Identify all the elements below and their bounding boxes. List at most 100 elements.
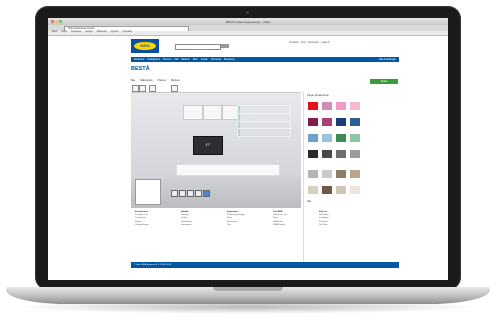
bookmark-item[interactable]: Populära <box>123 31 132 33</box>
fullscreen-icon[interactable] <box>195 190 202 197</box>
header-link[interactable]: Kampanjer <box>308 42 319 44</box>
shelf-board <box>238 128 290 129</box>
search-button[interactable] <box>221 44 229 48</box>
color-swatch[interactable] <box>308 118 318 126</box>
print-icon[interactable] <box>149 85 156 92</box>
planner-tabs: Bas Skåpstorlek Planera Montera <box>131 78 216 83</box>
nav-item[interactable]: Sovrum <box>163 58 171 61</box>
planner-brand-title: BESTÅ <box>131 66 150 72</box>
shelf-unit[interactable] <box>237 105 291 137</box>
wall-cabinet[interactable] <box>203 105 222 120</box>
footer-column: Följ oss Facebook Instagram Pinterest YouTub… <box>319 211 361 227</box>
webcam-icon <box>246 11 249 14</box>
footer-link[interactable]: YouTube <box>319 224 361 227</box>
measure-icon[interactable] <box>171 85 178 92</box>
nav-item[interactable]: Vardagsrum <box>147 58 160 61</box>
color-swatch[interactable] <box>322 186 332 194</box>
footer-column: Handla Varuhus Online Presentkort Kampanjer <box>181 211 223 227</box>
color-swatch[interactable] <box>350 150 360 158</box>
wall-cabinet[interactable] <box>222 105 238 120</box>
tv[interactable]: 47" <box>193 136 223 155</box>
browser-titlebar: BESTÅ planeringsverktyg – IKEA <box>48 18 448 25</box>
undo-icon[interactable] <box>132 85 139 92</box>
footer-heading: Inspiration <box>227 211 239 213</box>
color-swatch[interactable] <box>322 134 332 142</box>
footer-column: Om IKEA Jobba hos oss Press Hållbarhet IKEA … <box>273 211 315 227</box>
rotate-right-icon[interactable] <box>179 190 186 197</box>
color-swatch[interactable] <box>308 170 318 178</box>
save-button[interactable]: Spara <box>370 79 398 84</box>
bookmark-item[interactable]: Facebook <box>71 31 81 33</box>
header-link[interactable]: Produkter <box>289 42 299 44</box>
color-swatch[interactable] <box>322 102 332 110</box>
color-swatch[interactable] <box>308 150 318 158</box>
footer-link[interactable]: Tips <box>227 224 269 227</box>
ikea-logo[interactable]: IKEA <box>131 39 159 53</box>
tab-assemble[interactable]: Montera <box>171 79 180 82</box>
color-swatch[interactable] <box>336 170 346 178</box>
color-swatch[interactable] <box>350 170 360 178</box>
nav-item-all[interactable]: Alla avdelningar <box>379 57 396 62</box>
room-canvas[interactable]: 47" <box>131 93 301 208</box>
color-swatch[interactable] <box>336 102 346 110</box>
shelf-board <box>238 113 290 114</box>
bookmark-item[interactable]: Nyheter <box>111 31 119 33</box>
color-swatch[interactable] <box>322 118 332 126</box>
color-swatch[interactable] <box>336 150 346 158</box>
bookmark-item[interactable]: Google <box>85 31 92 33</box>
footer-heading: Kundservice <box>135 211 149 213</box>
footer-heading: Om IKEA <box>273 211 283 213</box>
logo-text: IKEA <box>134 42 156 50</box>
tab-plan[interactable]: Planera <box>158 79 166 82</box>
color-swatch[interactable] <box>350 118 360 126</box>
price-panel <box>303 66 367 88</box>
laptop-notch <box>213 287 283 291</box>
color-swatch[interactable] <box>350 134 360 142</box>
color-swatch[interactable] <box>336 118 346 126</box>
ikea-page: IKEA Produkter · Rum · Kampanjer · Logga… <box>131 36 399 280</box>
footer-link[interactable]: IKEA Family <box>273 224 315 227</box>
tab-bas[interactable]: Bas <box>131 79 135 82</box>
zoom-icon[interactable] <box>187 190 194 197</box>
header-link[interactable]: Logga in <box>321 42 330 44</box>
nav-item[interactable]: Barn <box>193 58 198 61</box>
rotate-left-icon[interactable] <box>171 190 178 197</box>
bookmark-item[interactable]: Apple <box>61 31 67 33</box>
move-icon[interactable] <box>203 190 210 197</box>
redo-icon[interactable] <box>139 85 146 92</box>
nav-item[interactable]: Kök <box>174 58 178 61</box>
nav-item[interactable]: Sortiment <box>134 58 144 61</box>
color-swatch[interactable] <box>350 186 360 194</box>
header-link[interactable]: Rum <box>301 42 306 44</box>
color-swatch[interactable] <box>308 186 318 194</box>
footer-heading: Handla <box>181 211 189 213</box>
bookmark-item[interactable]: Wikipedia <box>97 31 107 33</box>
footer-link[interactable]: Vanliga frågor <box>135 224 177 227</box>
nav-item[interactable]: Kontor <box>201 58 208 61</box>
view-controls <box>171 190 211 198</box>
color-swatch[interactable] <box>336 134 346 142</box>
palette-heading: Färger på alla dörrar <box>307 94 329 97</box>
color-swatch[interactable] <box>350 102 360 110</box>
footer-link[interactable]: Kampanjer <box>181 224 223 227</box>
planner-toolbar <box>131 84 301 93</box>
nav-item[interactable]: Badrum <box>181 58 189 61</box>
color-swatch[interactable] <box>322 150 332 158</box>
color-swatch[interactable] <box>308 134 318 142</box>
search-input[interactable] <box>175 44 221 50</box>
bookmark-item[interactable]: IKEA <box>52 31 57 33</box>
main-nav: Sortiment Vardagsrum Sovrum Kök Badrum Barn Ko… <box>131 57 399 62</box>
color-swatch[interactable] <box>322 170 332 178</box>
tab-size[interactable]: Skåpstorlek <box>140 79 153 82</box>
footer-heading: Följ oss <box>319 211 328 213</box>
nav-item[interactable]: Belysning <box>224 58 234 61</box>
shelf-board <box>238 121 290 122</box>
color-swatch[interactable] <box>336 186 346 194</box>
wall-cabinet[interactable] <box>183 105 203 120</box>
header-links: Produkter · Rum · Kampanjer · Logga in <box>289 42 330 44</box>
tv-bench[interactable] <box>176 164 280 176</box>
color-swatch[interactable] <box>308 102 318 110</box>
window-title: BESTÅ planeringsverktyg – IKEA <box>225 19 271 24</box>
nav-item[interactable]: Förvaring <box>211 58 221 61</box>
room-minimap[interactable] <box>135 179 161 205</box>
